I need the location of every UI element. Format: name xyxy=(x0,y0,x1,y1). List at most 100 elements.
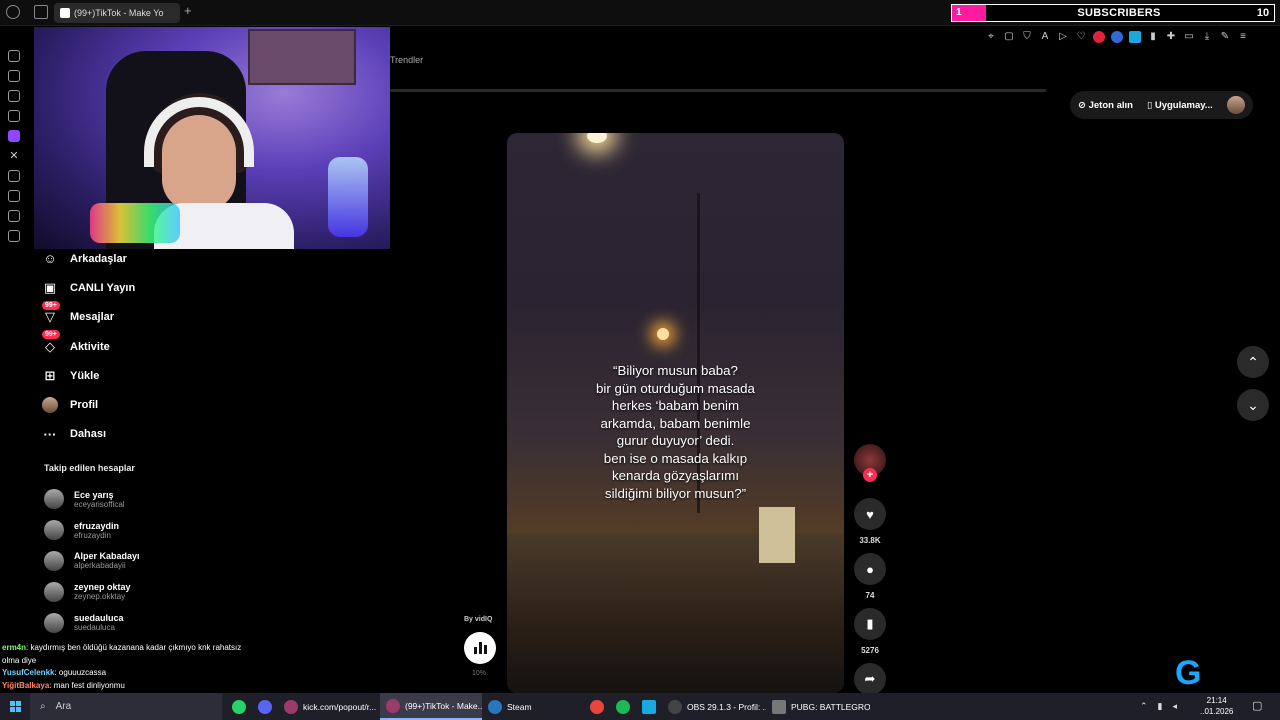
translate-icon[interactable]: A xyxy=(1039,31,1051,43)
nav-friends[interactable]: ☺ Arkadaşlar xyxy=(42,244,222,273)
start-button[interactable] xyxy=(0,701,30,712)
taskbar-steam[interactable]: Steam xyxy=(482,693,584,720)
stats-icon[interactable]: ▮ xyxy=(1147,31,1159,43)
nav-activity[interactable]: ◇ 99+ Aktivite xyxy=(42,329,222,361)
creator-avatar[interactable]: + xyxy=(854,444,886,482)
account-name: zeynep oktay xyxy=(74,582,131,593)
comment-icon: ● xyxy=(866,561,874,577)
taskbar-kick-browser[interactable]: kick.com/popout/r... xyxy=(278,693,380,720)
list-item[interactable]: Alper Kabadayı alperkabadayii xyxy=(44,546,140,577)
upload-icon: ⊞ xyxy=(44,367,56,383)
get-coins-button[interactable]: ⊘ Jeton alın xyxy=(1078,100,1133,111)
shield-icon[interactable]: ⛉ xyxy=(1021,31,1033,43)
get-app-label: Uygulamay... xyxy=(1154,99,1213,111)
browser-tab-tiktok[interactable]: (99+)TikTok - Make Yo xyxy=(54,3,180,23)
taskbar-label: PUBG: BATTLEGRO... xyxy=(791,701,870,712)
rgb-microphone xyxy=(90,203,180,243)
nav-upload[interactable]: ⊞ Yükle xyxy=(42,361,222,390)
steam-icon xyxy=(488,699,502,714)
share-button[interactable]: ➦ xyxy=(854,663,886,695)
notification-icon[interactable]: ▢ xyxy=(1252,699,1262,712)
messages-badge: 99+ xyxy=(42,300,60,310)
chevron-up-icon[interactable]: ⌃ xyxy=(1140,701,1148,712)
taskbar-obs[interactable]: OBS 29.1.3 - Profil: ... xyxy=(662,693,766,720)
live-icon: ▣ xyxy=(43,279,57,295)
chat-message: : oguuuzcassa xyxy=(54,668,107,677)
taskbar-tiktok-browser[interactable]: (99+)TikTok - Make... xyxy=(380,693,482,720)
taskbar-discord[interactable] xyxy=(252,693,278,720)
extensions-icon[interactable] xyxy=(8,210,20,222)
heart-icon[interactable]: ♡ xyxy=(1075,31,1087,43)
download-icon[interactable]: ⤓ xyxy=(1201,31,1213,43)
lava-lamp xyxy=(328,157,368,237)
player-icon[interactable] xyxy=(8,170,20,182)
extension-cyan-icon[interactable] xyxy=(1129,31,1141,43)
mic-icon[interactable]: ▮ xyxy=(1158,701,1163,712)
account-username: eceyarisoffical xyxy=(74,499,125,509)
avatar xyxy=(44,581,64,602)
chat-line: YusufCelenkk: oguuuzcassa xyxy=(2,667,241,680)
new-tab-button[interactable]: + xyxy=(184,3,192,18)
system-tray: ⌃ ▮ ◂ xyxy=(1140,693,1177,720)
bag-icon[interactable] xyxy=(8,70,20,82)
account-username: alperkabadayii xyxy=(74,561,126,571)
save-button[interactable]: ▮ xyxy=(854,608,886,640)
mail-icon[interactable] xyxy=(8,110,20,122)
nav-profile[interactable]: Profil xyxy=(42,390,222,419)
list-item[interactable]: suedauluca suedauluca xyxy=(44,607,140,638)
volume-icon[interactable]: ◂ xyxy=(1173,701,1178,712)
settings-icon[interactable] xyxy=(8,230,20,242)
taskbar-label: OBS 29.1.3 - Profil: ... xyxy=(687,701,766,712)
taskbar-search[interactable]: ⌕ Ara xyxy=(30,693,222,720)
tab-list-icon[interactable] xyxy=(34,5,48,19)
list-item[interactable]: Ece yarış eceyarisoffical xyxy=(44,484,140,515)
like-button[interactable]: ♥ xyxy=(854,498,886,530)
comment-button[interactable]: ● xyxy=(854,553,886,585)
next-video-button[interactable]: ⌄ xyxy=(1237,389,1269,421)
account-username: suedauluca xyxy=(74,623,115,633)
chrome-icon xyxy=(590,699,604,714)
clock-icon[interactable] xyxy=(8,190,20,202)
taskbar-spotify[interactable] xyxy=(610,693,636,720)
nav-messages[interactable]: ▽ 99+ Mesajlar xyxy=(42,300,222,332)
trending-label[interactable]: Trendler xyxy=(390,55,423,65)
browser-extensions: ⌖ ▢ ⛉ A ▷ ♡ ▮ ✚ ▭ ⤓ ✎ ≡ xyxy=(985,31,1249,43)
search-bar[interactable] xyxy=(390,89,1046,92)
avatar xyxy=(44,489,64,510)
comment-count: 74 xyxy=(865,591,875,600)
folder-icon[interactable]: ▭ xyxy=(1183,31,1195,43)
pin-icon[interactable]: ⌖ xyxy=(985,31,997,43)
vidiq-percent: 10% xyxy=(472,670,487,677)
taskbar-app[interactable] xyxy=(636,693,662,720)
wallet-icon[interactable] xyxy=(8,90,20,102)
list-item[interactable]: efruzaydin efruzaydin xyxy=(44,515,140,546)
previous-video-button[interactable]: ⌃ xyxy=(1237,346,1269,378)
extension-blue-icon[interactable] xyxy=(1111,31,1123,43)
nav-live[interactable]: ▣ CANLI Yayın xyxy=(42,273,222,302)
activity-icon: ◇ xyxy=(45,338,55,354)
taskbar-whatsapp[interactable] xyxy=(226,693,252,720)
sidebar-toggle-icon[interactable]: ≡ xyxy=(1237,31,1249,43)
app-icon xyxy=(642,699,656,714)
follow-plus-icon[interactable]: + xyxy=(863,468,877,482)
browser-menu-icon[interactable] xyxy=(6,5,20,19)
puzzle-icon[interactable]: ✚ xyxy=(1165,31,1177,43)
play-icon[interactable]: ▷ xyxy=(1057,31,1069,43)
user-avatar[interactable] xyxy=(1226,96,1245,114)
nav-more[interactable]: ··· Dahası xyxy=(42,420,222,449)
taskbar-pubg[interactable]: PUBG: BATTLEGRO... xyxy=(766,693,870,720)
browser-icon xyxy=(284,699,298,714)
x-icon[interactable]: ✕ xyxy=(8,150,20,162)
ai-icon[interactable]: ✎ xyxy=(1219,31,1231,43)
account-name: Alper Kabadayı xyxy=(74,551,140,562)
extension-red-icon[interactable] xyxy=(1093,31,1105,43)
twitch-icon[interactable] xyxy=(8,130,20,142)
list-item[interactable]: zeynep oktay zeynep.okktay xyxy=(44,576,140,607)
clock[interactable]: 21:14 ..01.2026 xyxy=(1200,695,1233,717)
taskbar-chrome[interactable] xyxy=(584,693,610,720)
get-app-button[interactable]: ▯ Uygulamay... xyxy=(1147,100,1213,111)
vidiq-stats-button[interactable] xyxy=(464,632,496,664)
history-icon[interactable] xyxy=(8,50,20,62)
chat-user: YusufCelenkk xyxy=(2,668,55,677)
screenshot-icon[interactable]: ▢ xyxy=(1003,31,1015,43)
